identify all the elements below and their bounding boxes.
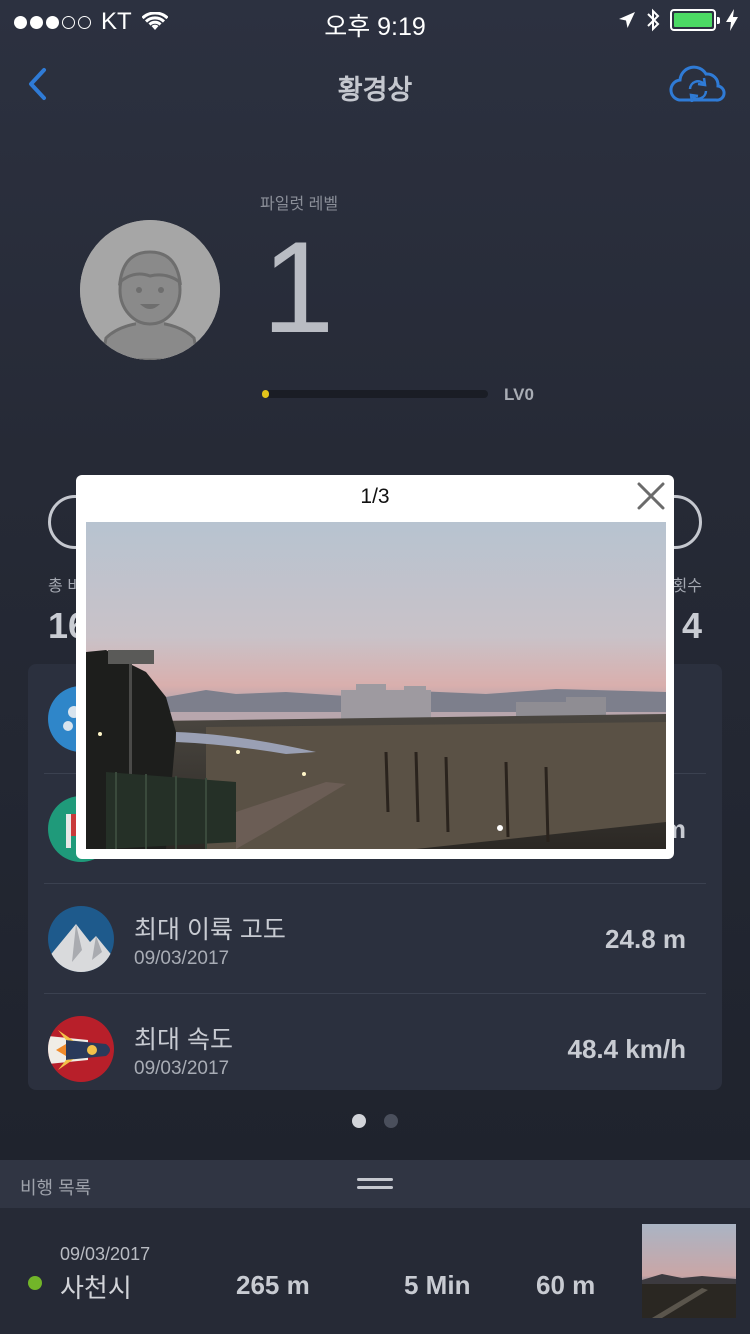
close-icon bbox=[637, 482, 665, 510]
location-arrow-icon bbox=[619, 12, 635, 28]
stat-count-label: 횟수 bbox=[672, 578, 702, 595]
flight-list-title: 비행 목록 bbox=[20, 1178, 92, 1198]
page-dot-2[interactable] bbox=[384, 1114, 398, 1128]
close-button[interactable] bbox=[636, 481, 666, 511]
rocket-icon bbox=[48, 1016, 114, 1082]
record-title: 최대 속도 bbox=[134, 1026, 233, 1054]
navigation-bar: 황경상 bbox=[0, 50, 750, 120]
record-title: 최대 이륙 고도 bbox=[134, 916, 286, 944]
pilot-level-label: 파일럿 레벨 bbox=[260, 196, 339, 213]
page-title: 황경상 bbox=[337, 75, 413, 105]
user-icon bbox=[80, 220, 220, 360]
flight-altitude: 60 m bbox=[536, 1270, 596, 1300]
page-indicator bbox=[0, 1114, 750, 1128]
charging-icon bbox=[726, 9, 738, 31]
pilot-level-value: 1 bbox=[262, 214, 335, 360]
record-row[interactable]: 최대 속도 09/03/2017 48.4 km/h bbox=[44, 994, 706, 1104]
stat-count-value: 4 bbox=[681, 605, 702, 646]
flight-status-dot bbox=[28, 1276, 42, 1290]
status-bar: KT 오후 9:19 bbox=[0, 0, 750, 41]
record-value: 24.8 m bbox=[605, 924, 686, 954]
level-progress-label: LV0 bbox=[504, 385, 534, 404]
flight-duration: 5 Min bbox=[404, 1270, 471, 1300]
avatar[interactable] bbox=[80, 220, 220, 360]
record-value: 48.4 km/h bbox=[567, 1034, 686, 1064]
cloud-sync-button[interactable] bbox=[668, 62, 728, 106]
record-date: 09/03/2017 bbox=[134, 1058, 230, 1079]
record-date: 09/03/2017 bbox=[134, 948, 230, 969]
flight-date: 09/03/2017 bbox=[60, 1244, 151, 1264]
flight-thumbnail[interactable] bbox=[642, 1224, 736, 1318]
cloud-sync-icon bbox=[669, 65, 726, 103]
page-dot-1[interactable] bbox=[352, 1114, 366, 1128]
drag-handle-icon[interactable] bbox=[357, 1178, 393, 1190]
mountain-icon bbox=[48, 906, 114, 972]
photo-viewer-modal: 1/3 bbox=[76, 475, 674, 859]
flight-list-header[interactable]: 비행 목록 bbox=[0, 1160, 750, 1208]
record-row[interactable]: 최대 이륙 고도 09/03/2017 24.8 m bbox=[44, 884, 706, 994]
battery-icon bbox=[670, 9, 720, 31]
flight-place: 사천시 bbox=[60, 1273, 132, 1303]
flight-photo[interactable] bbox=[86, 522, 666, 849]
flight-list-item[interactable]: 09/03/2017 사천시 265 m 5 Min 60 m bbox=[0, 1208, 750, 1334]
flight-distance: 265 m bbox=[236, 1270, 310, 1300]
level-progress-fill bbox=[262, 390, 269, 398]
bluetooth-icon bbox=[647, 8, 660, 32]
level-progress-bar bbox=[262, 390, 488, 398]
photo-counter: 1/3 bbox=[360, 485, 390, 508]
